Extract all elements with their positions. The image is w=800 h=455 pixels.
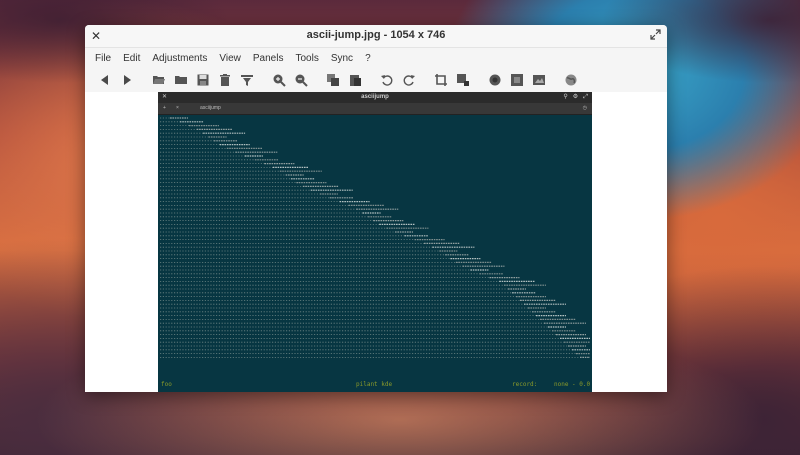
menu-item-panels[interactable]: Panels xyxy=(247,53,290,64)
terminal-title: asciijump xyxy=(361,94,389,100)
image-viewer-window: ✕ ascii-jump.jpg - 1054 x 746 File Edit Ad… xyxy=(85,25,667,392)
status-left-text: foo xyxy=(161,381,172,388)
terminal-maximize-icon: ⤢ xyxy=(583,94,588,100)
menu-item-help[interactable]: ? xyxy=(359,53,377,64)
terminal-tab-label: asciijump xyxy=(200,105,221,111)
terminal-add-tab-icon: + xyxy=(163,105,166,111)
menu-item-view[interactable]: View xyxy=(213,53,247,64)
filter-icon[interactable] xyxy=(237,70,257,90)
back-arrow-icon[interactable] xyxy=(95,70,115,90)
globe-icon[interactable] xyxy=(561,70,581,90)
screenshot-terminal-window: ✕ asciijump ⚲ ⚙ ⤢ + × asciijump ◷ foo pi… xyxy=(158,92,592,392)
zoom-out-icon[interactable] xyxy=(291,70,311,90)
menu-item-file[interactable]: File xyxy=(89,53,117,64)
terminal-status-bar: foo pilant kde record: none - 0.0 xyxy=(158,378,592,392)
delete-icon[interactable] xyxy=(215,70,235,90)
forward-arrow-icon[interactable] xyxy=(117,70,137,90)
ascii-art-slope xyxy=(160,117,590,358)
paste-icon[interactable] xyxy=(345,70,365,90)
window-title: ascii-jump.jpg - 1054 x 746 xyxy=(306,29,446,41)
menu-bar: File Edit Adjustments View Panels Tools Sync? xyxy=(85,48,667,68)
copy-icon[interactable] xyxy=(323,70,343,90)
terminal-gear-icon: ⚙ xyxy=(572,94,579,100)
folder-icon[interactable] xyxy=(171,70,191,90)
menu-item-adjustments[interactable]: Adjustments xyxy=(146,53,213,64)
terminal-titlebar: ✕ asciijump ⚲ ⚙ ⤢ xyxy=(158,92,592,103)
maximize-icon[interactable] xyxy=(650,29,661,40)
menu-item-edit[interactable]: Edit xyxy=(117,53,146,64)
status-record-label: record: xyxy=(512,381,538,388)
record-icon[interactable] xyxy=(485,70,505,90)
rotate-left-icon[interactable] xyxy=(377,70,397,90)
window-titlebar: ✕ ascii-jump.jpg - 1054 x 746 xyxy=(85,25,667,48)
terminal-history-icon: ◷ xyxy=(582,105,587,111)
status-middle-text: pilant kde xyxy=(356,381,393,388)
zoom-in-icon[interactable] xyxy=(269,70,289,90)
crop-icon[interactable] xyxy=(431,70,451,90)
save-icon[interactable] xyxy=(193,70,213,90)
terminal-tab-close-icon: × xyxy=(176,105,179,111)
fullscreen-icon[interactable] xyxy=(507,70,527,90)
image-info-icon[interactable] xyxy=(529,70,549,90)
menu-item-tools[interactable]: Tools xyxy=(289,53,324,64)
resize-icon[interactable] xyxy=(453,70,473,90)
menu-item-sync[interactable]: Sync xyxy=(325,53,359,64)
toolbar xyxy=(85,68,667,93)
status-record-value: none - 0.0 xyxy=(554,381,591,388)
image-canvas[interactable]: ✕ asciijump ⚲ ⚙ ⤢ + × asciijump ◷ foo pi… xyxy=(85,92,667,392)
rotate-right-icon[interactable] xyxy=(399,70,419,90)
terminal-tabbar: + × asciijump ◷ xyxy=(158,103,592,115)
open-folder-icon[interactable] xyxy=(149,70,169,90)
terminal-search-icon: ⚲ xyxy=(563,94,568,100)
